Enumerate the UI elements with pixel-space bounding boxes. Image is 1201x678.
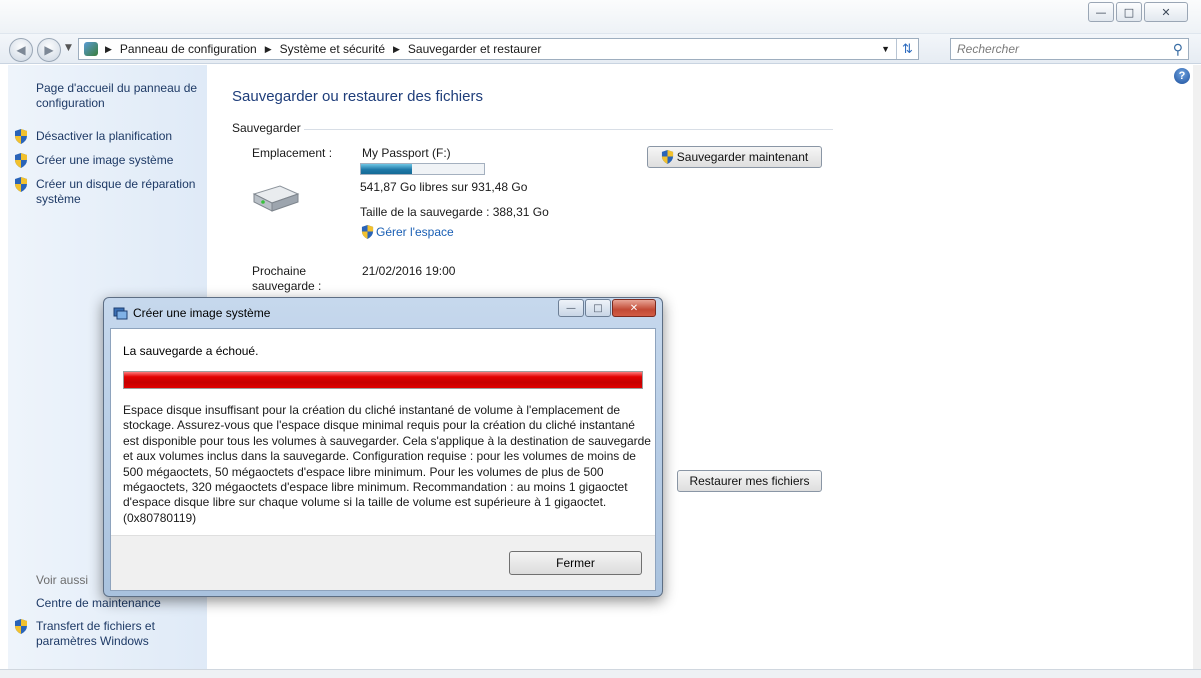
address-dropdown-icon[interactable]: ▼: [881, 44, 890, 54]
shield-icon: [15, 129, 27, 144]
backup-now-button[interactable]: Sauvegarder maintenant: [647, 146, 822, 168]
back-arrow-icon[interactable]: ◀: [9, 38, 33, 62]
breadcrumb-separator-icon[interactable]: ▶: [265, 44, 272, 55]
maximize-icon[interactable]: □: [585, 299, 611, 317]
shield-icon: [661, 150, 673, 164]
dialog-footer: Fermer: [111, 535, 655, 590]
close-icon[interactable]: ✕: [1144, 2, 1188, 22]
maximize-icon[interactable]: □: [1116, 2, 1142, 22]
window-right-edge: [1193, 65, 1201, 669]
next-backup-label: Prochaine sauvegarde :: [252, 264, 322, 293]
progress-fill: [124, 372, 642, 388]
disk-capacity-fill: [361, 164, 413, 174]
forward-arrow-icon[interactable]: ▶: [37, 38, 61, 62]
free-space-text: 541,87 Go libres sur 931,48 Go: [360, 180, 528, 194]
error-details: Espace disque insuffisant pour la créati…: [123, 403, 651, 525]
sidebar-item-home[interactable]: Page d'accueil du panneau de configurati…: [36, 81, 206, 111]
breadcrumb-item[interactable]: Panneau de configuration: [120, 42, 257, 56]
search-placeholder: Rechercher: [957, 42, 1020, 56]
breadcrumb-separator-icon[interactable]: ▶: [393, 44, 400, 55]
breadcrumb-item[interactable]: Système et sécurité: [280, 42, 385, 56]
sidebar-item-action-center[interactable]: Centre de maintenance: [36, 596, 206, 611]
shield-icon: [361, 225, 374, 239]
shield-icon: [15, 153, 27, 168]
sidebar-item-disable-schedule[interactable]: Désactiver la planification: [36, 129, 206, 144]
location-label: Emplacement :: [252, 146, 333, 160]
search-input[interactable]: Rechercher ⚲: [950, 38, 1189, 60]
help-icon[interactable]: ?: [1174, 68, 1190, 84]
system-image-icon: [113, 307, 128, 320]
breadcrumb-item[interactable]: Sauvegarder et restaurer: [408, 42, 541, 56]
navigation-bar: ◀ ▶ ▼ ▶ Panneau de configuration ▶ Systè…: [0, 34, 1201, 64]
manage-space-link[interactable]: Gérer l'espace: [376, 225, 454, 239]
error-message: La sauvegarde a échoué.: [123, 344, 259, 358]
backup-now-label: Sauvegarder maintenant: [676, 150, 809, 164]
section-divider: [304, 129, 833, 130]
address-bar[interactable]: ▶ Panneau de configuration ▶ Système et …: [78, 38, 919, 60]
sidebar-item-easy-transfer[interactable]: Transfert de fichiers et paramètres Wind…: [36, 619, 206, 649]
backup-size-text: Taille de la sauvegarde : 388,31 Go: [360, 205, 549, 219]
history-dropdown-icon[interactable]: ▼: [65, 43, 72, 53]
hard-drive-icon: [252, 185, 300, 212]
shield-icon: [15, 619, 27, 634]
shield-icon: [15, 177, 27, 192]
restore-files-button[interactable]: Restaurer mes fichiers: [677, 470, 822, 492]
page-title: Sauvegarder ou restaurer des fichiers: [232, 88, 483, 105]
search-icon[interactable]: ⚲: [1173, 41, 1183, 58]
window-title-bar: — □ ✕: [0, 0, 1201, 34]
dialog-window-controls: — □ ✕: [557, 299, 656, 317]
sidebar-item-create-system-image[interactable]: Créer une image système: [36, 153, 206, 168]
taskbar-edge: [0, 669, 1201, 678]
see-also-heading: Voir aussi: [36, 573, 89, 587]
restore-files-label: Restaurer mes fichiers: [689, 474, 810, 488]
minimize-icon[interactable]: —: [1088, 2, 1114, 22]
breadcrumb-separator-icon[interactable]: ▶: [105, 44, 112, 55]
progress-bar: [123, 371, 643, 389]
dialog-title: Créer une image système: [133, 306, 271, 320]
location-value: My Passport (F:): [362, 146, 451, 160]
system-image-dialog: Créer une image système — □ ✕ La sauvega…: [103, 297, 663, 597]
control-panel-icon: [84, 42, 98, 56]
minimize-icon[interactable]: —: [558, 299, 584, 317]
refresh-icon[interactable]: ⇅: [896, 39, 918, 59]
next-backup-value: 21/02/2016 19:00: [362, 264, 456, 278]
sidebar-item-create-repair-disc[interactable]: Créer un disque de réparation système: [36, 177, 206, 207]
close-icon[interactable]: ✕: [612, 299, 656, 317]
window-controls: — □ ✕: [1086, 2, 1188, 22]
backup-section-title: Sauvegarder: [232, 121, 301, 135]
close-button-label: Fermer: [556, 556, 595, 570]
dialog-body: La sauvegarde a échoué. Espace disque in…: [110, 328, 656, 591]
close-button[interactable]: Fermer: [509, 551, 642, 575]
disk-capacity-bar: [360, 163, 485, 175]
